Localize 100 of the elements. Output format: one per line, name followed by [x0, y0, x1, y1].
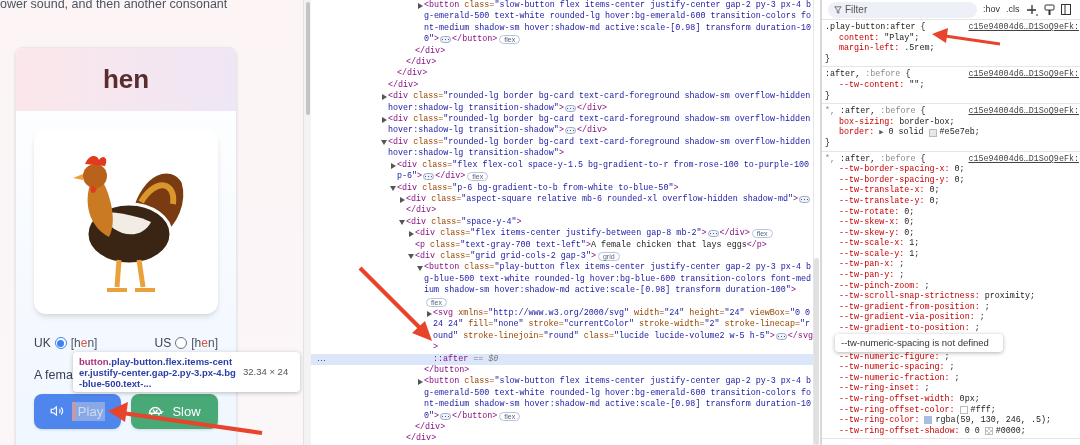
expand-triangle-icon[interactable]	[426, 310, 432, 317]
css-property-name: --tw-ring-offset-width:	[839, 394, 955, 405]
ellipsis-icon	[564, 127, 576, 135]
hover-state-toggle[interactable]: :hov	[983, 4, 1000, 15]
stylesheet-link[interactable]: c15e94004d6…D1SoQ9eFk:	[968, 22, 1080, 33]
add-icon[interactable]	[1025, 3, 1038, 16]
dom-tree-row[interactable]: <div class="aspect-square relative mb-6 rounded-xl overflow-hidden shadow-md"> </div>	[311, 193, 813, 217]
stylesheet-link[interactable]: c15e94004d6…D1SoQ9eFk:	[968, 69, 1080, 80]
css-selector-text: *, :after, :before {	[825, 106, 926, 117]
dom-tree-row[interactable]: </div>	[311, 433, 813, 445]
css-selector-text: :after, :before {	[825, 69, 911, 80]
css-property-value: proximity;	[984, 291, 1035, 302]
css-property-name: --tw-pan-y:	[839, 270, 895, 281]
closing-brace: }	[825, 53, 832, 65]
css-property-name: --tw-border-spacing-y:	[839, 174, 950, 185]
dom-tree-row[interactable]: </div>	[311, 68, 813, 80]
css-property-name: --tw-translate-x:	[839, 185, 925, 196]
element-size-text: 32.34 × 24	[243, 364, 289, 379]
css-property-name: --tw-border-spacing-x:	[839, 164, 950, 175]
css-property-name: --tw-numeric-spacing:	[839, 362, 945, 373]
ellipsis-icon	[775, 332, 787, 340]
expand-triangle-icon[interactable]	[381, 117, 387, 124]
css-property-name: --tw-rotate:	[839, 206, 900, 217]
css-property-value: 0px;	[959, 394, 980, 405]
sidebar-toggle-icon[interactable]	[1060, 4, 1071, 15]
css-property-name: content:	[839, 32, 880, 43]
css-property-name: --tw-numeric-fraction:	[839, 372, 950, 383]
dom-tree-row[interactable]: <div class="p-6 bg-gradient-to-b from-white to-blue-50">	[311, 182, 813, 194]
definition-text: A fema	[34, 367, 73, 384]
word-title: hen	[102, 63, 150, 96]
css-property-name: --tw-gradient-to-position:	[839, 323, 970, 334]
speaker-icon	[49, 404, 64, 419]
dom-tree-row[interactable]: <p class="text-gray-700 text-left">A female chicken that lays eggs</p>	[311, 239, 813, 251]
color-swatch[interactable]	[928, 128, 937, 137]
css-property-value: ;	[979, 312, 985, 324]
stylesheet-link[interactable]: c15e94004d6…D1SoQ9eFk:	[968, 106, 1080, 117]
css-selector-text: *, :after, :before {	[825, 153, 926, 164]
dom-tree-row[interactable]: ::after == $0	[311, 353, 813, 365]
filter-icon	[834, 5, 842, 14]
css-property-value: 0;	[954, 164, 965, 175]
css-property-value: ;	[944, 351, 950, 363]
expand-triangle-icon[interactable]	[390, 162, 396, 169]
collapse-triangle-icon[interactable]	[399, 219, 405, 226]
css-property-value: "";	[909, 79, 925, 91]
class-toggle[interactable]: .cls	[1006, 4, 1020, 15]
region-label: UK	[34, 335, 51, 352]
color-swatch[interactable]	[984, 427, 993, 436]
filter-field[interactable]: Filter	[828, 1, 977, 18]
collapse-triangle-icon[interactable]	[381, 139, 387, 146]
color-swatch[interactable]	[924, 416, 933, 425]
scrollbar-thumb[interactable]	[305, 2, 310, 115]
dom-tree-row[interactable]: </div>	[311, 79, 813, 92]
css-property-value: .5rem;	[904, 43, 935, 54]
css-property-name: --tw-skew-y:	[839, 227, 900, 238]
collapse-triangle-icon[interactable]	[408, 253, 414, 260]
css-property-value: border-box;	[899, 116, 955, 127]
dom-tree-row[interactable]: <div class="rounded-lg border bg-card text-card-foreground shadow-sm overflow-hidden hover:shadow-lg transition-shadow">	[311, 136, 813, 160]
css-property-value: 1;	[909, 238, 920, 249]
expand-triangle-icon[interactable]	[381, 94, 387, 101]
ellipsis-icon	[423, 173, 435, 181]
stylesheet-link[interactable]: c15e94004d6…D1SoQ9eFk:	[968, 153, 1080, 165]
expand-triangle-icon[interactable]	[399, 196, 405, 203]
ellipsis-icon	[440, 36, 452, 44]
css-property-name: --tw-scroll-snap-strictness:	[839, 291, 980, 302]
radio-button[interactable]	[175, 337, 188, 349]
css-property-name: --tw-pan-x:	[839, 259, 895, 271]
collapse-triangle-icon[interactable]	[417, 265, 423, 272]
css-property-name: --tw-ring-offset-color:	[839, 404, 955, 415]
css-property-value: 0;	[929, 195, 940, 207]
css-property-name: --tw-scale-y:	[839, 248, 905, 260]
dom-tree-row[interactable]: <div class="rounded-lg border bg-card text-card-foreground shadow-sm overflow-hidden hover:shadow-lg transition-shadow"> </div>	[311, 114, 813, 137]
dom-tree-row[interactable]: </div>	[311, 422, 813, 434]
expand-triangle-icon[interactable]	[417, 3, 423, 9]
radio-button[interactable]	[54, 337, 67, 349]
color-swatch[interactable]	[959, 405, 968, 414]
ellipsis-icon	[564, 104, 576, 112]
closing-brace: }	[825, 137, 832, 149]
css-property-name: --tw-skew-x:	[839, 217, 900, 228]
css-property-name: border:	[839, 127, 875, 138]
dom-tree-row[interactable]: <div class="space-y-4">	[311, 216, 813, 229]
ellipsis-icon	[799, 195, 811, 203]
css-property-name: margin-left:	[839, 43, 900, 54]
dom-tree-row[interactable]: </div>	[311, 57, 813, 69]
closing-brace: }	[825, 90, 832, 102]
css-property-value: 0;	[929, 185, 940, 196]
css-property-value: 1;	[909, 248, 920, 260]
dom-tree-row[interactable]: <div class="rounded-lg border bg-card text-card-foreground shadow-sm overflow-hidden hover:shadow-lg transition-shadow"> </div>	[311, 91, 813, 115]
dom-tree-row[interactable]: </div>	[311, 45, 813, 58]
collapse-triangle-icon[interactable]	[390, 185, 396, 192]
css-property-value: ;	[924, 280, 930, 291]
css-property-value: 0 0	[964, 425, 980, 437]
css-property-value: ;	[899, 270, 905, 281]
expand-triangle-icon[interactable]	[417, 379, 423, 386]
paint-roller-icon[interactable]	[1043, 3, 1055, 16]
css-property-value: ;	[954, 372, 960, 384]
css-property-name: --tw-gradient-from-position:	[839, 301, 980, 312]
dom-tree-row[interactable]: </button>	[311, 365, 813, 377]
scrollbar-thumb[interactable]	[814, 258, 819, 445]
expand-triangle-icon[interactable]	[408, 231, 414, 238]
css-property-name: --tw-gradient-via-position:	[839, 312, 975, 323]
